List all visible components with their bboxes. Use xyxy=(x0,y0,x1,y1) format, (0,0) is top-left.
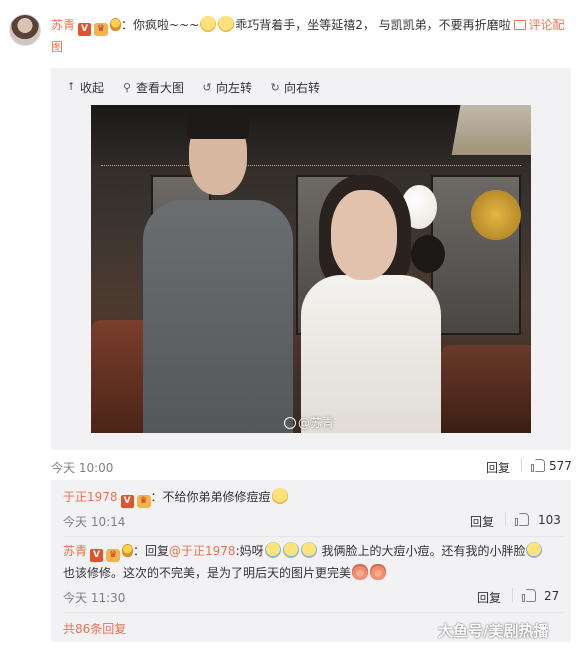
post-text-part1: ：你疯啦~~~ xyxy=(121,18,200,32)
pig-emoji-icon xyxy=(352,564,369,580)
image-toolbar: ⭡ 收起 ⚲ 查看大图 ↺ 向左转 ↻ 向右转 xyxy=(66,78,320,96)
comment-pic-link-cont[interactable]: 图 xyxy=(51,40,63,54)
rotate-left-button[interactable]: ↺ 向左转 xyxy=(202,78,252,96)
comment-pic-link[interactable]: 评论配 xyxy=(514,18,564,32)
reply-text-mid: :妈呀 xyxy=(235,544,264,558)
smirk-emoji-icon xyxy=(271,488,288,504)
site-watermark: 大鱼号/美剧热播 xyxy=(438,622,549,640)
photo-sofa xyxy=(441,345,531,433)
member-crown-icon: ♛ xyxy=(94,23,109,36)
divider xyxy=(63,536,563,537)
reply-time: 今天 11:30 xyxy=(63,591,126,605)
like-icon[interactable] xyxy=(515,512,529,526)
reply-time: 今天 10:14 xyxy=(63,515,126,529)
post-time: 今天 10:00 xyxy=(51,461,114,475)
member-crown-icon: ♛ xyxy=(106,549,121,562)
view-all-replies-link[interactable]: 共86条回复 xyxy=(63,620,126,637)
lightbulb-badge-icon xyxy=(122,544,134,557)
divider xyxy=(521,458,522,472)
laugh-cry-emoji-icon xyxy=(264,542,281,558)
post-text: 苏青 V ♛ ：你疯啦~~~ 乖巧背着手，坐等延禧2， 与凯凯弟，不要再折磨啦 评论配 … xyxy=(51,14,571,58)
reply-author[interactable]: 于正1978 xyxy=(63,490,118,504)
rotate-right-icon: ↻ xyxy=(270,80,280,94)
laugh-cry-emoji-icon xyxy=(282,542,299,558)
post-photo[interactable] xyxy=(91,105,531,433)
avatar[interactable] xyxy=(9,14,41,46)
collapse-button[interactable]: ⭡ 收起 xyxy=(66,78,104,96)
verified-badge-icon: V xyxy=(120,495,134,508)
smile-emoji-icon xyxy=(200,16,217,32)
verified-badge-icon: V xyxy=(90,549,104,562)
like-count: 103 xyxy=(538,513,561,527)
post-author[interactable]: 苏青 xyxy=(51,18,75,32)
rotate-left-icon: ↺ xyxy=(202,80,212,94)
verified-badge-icon: V xyxy=(78,23,92,36)
reply-button[interactable]: 回复 xyxy=(477,589,501,606)
divider xyxy=(505,512,506,526)
divider xyxy=(512,588,513,602)
like-icon[interactable] xyxy=(522,588,536,602)
photo-man-hair xyxy=(187,109,249,139)
laugh-cry-emoji-icon xyxy=(300,542,317,558)
photo-man xyxy=(143,200,293,433)
photo-balloon xyxy=(411,235,445,273)
reply-meta: 今天 11:30 回复 27 xyxy=(63,586,563,606)
photo-balloon xyxy=(471,190,521,240)
reply-item: 苏青 V ♛ ：回复@于正1978:妈呀 我俩脸上的大痘小痘。还有我的小胖脸 也该修修… xyxy=(63,540,558,584)
reply-text-a: 我俩脸上的大痘小痘。还有我的小胖脸 xyxy=(321,544,526,558)
post-text-part2: 乖巧背着手，坐等延禧2， 与凯凯弟，不要再折磨啦 xyxy=(235,18,511,32)
picture-icon xyxy=(514,20,527,30)
like-count: 27 xyxy=(544,589,560,603)
reply-text-b: 也该修修。这次的不完美，是为了明后天的图片更完美 xyxy=(63,566,352,580)
like-count: 577 xyxy=(549,459,572,473)
reply-button[interactable]: 回复 xyxy=(486,459,510,476)
member-crown-icon: ♛ xyxy=(136,495,151,508)
like-icon[interactable] xyxy=(531,458,545,472)
post-meta: 今天 10:00 回复 577 xyxy=(51,456,572,476)
weibo-logo-icon xyxy=(284,417,296,429)
photo-string-lights xyxy=(101,165,521,167)
photo-watermark: @苏青 xyxy=(284,414,334,431)
rotate-right-button[interactable]: ↻ 向右转 xyxy=(270,78,320,96)
pig-emoji-icon xyxy=(370,564,387,580)
view-large-button[interactable]: ⚲ 查看大图 xyxy=(122,78,184,96)
arrow-up-icon: ⭡ xyxy=(68,80,74,93)
grin-emoji-icon xyxy=(218,16,235,32)
reply-meta: 今天 10:14 回复 103 xyxy=(63,510,563,530)
reply-author[interactable]: 苏青 xyxy=(63,544,87,558)
divider xyxy=(63,612,563,613)
photo-woman-head xyxy=(331,190,397,280)
mention-link[interactable]: @于正1978 xyxy=(169,544,236,558)
reply-text: ：不给你弟弟修修痘痘 xyxy=(150,490,271,504)
lightbulb-badge-icon xyxy=(110,18,122,31)
laugh-cry-emoji-icon xyxy=(526,542,543,558)
photo-woman xyxy=(301,275,441,433)
search-icon: ⚲ xyxy=(122,80,132,94)
reply-item: 于正1978 V ♛ ：不给你弟弟修修痘痘 xyxy=(63,486,289,508)
reply-text-prefix: ：回复 xyxy=(133,544,170,558)
photo-lamp xyxy=(451,105,531,155)
reply-button[interactable]: 回复 xyxy=(470,513,494,530)
